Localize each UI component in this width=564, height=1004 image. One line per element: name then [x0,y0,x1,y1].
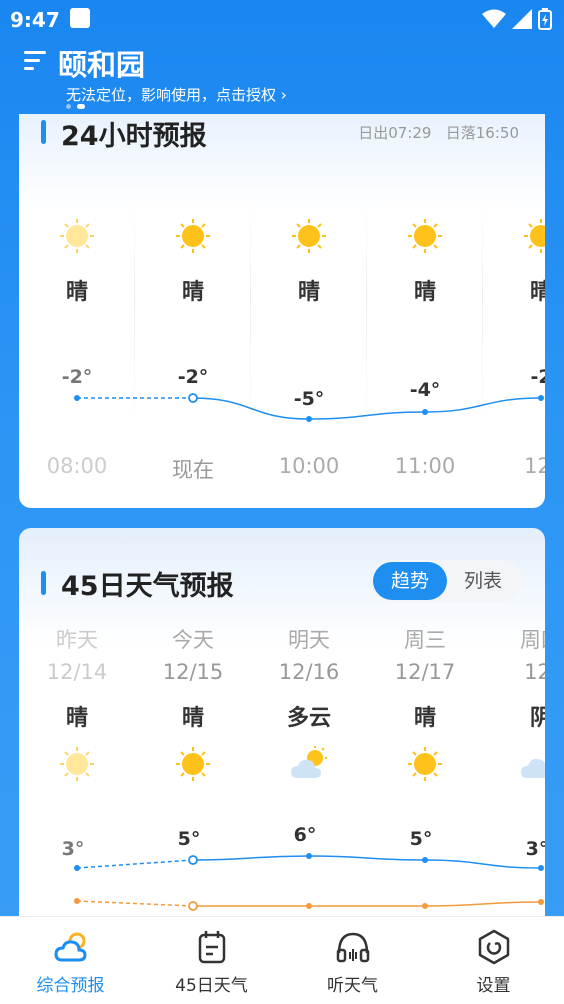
daily-forecast-card: 45日天气预报 趋势 列表 昨天 12/14 晴 3° 今天 12/15 晴 5… [19,528,545,948]
signal-icon [512,9,532,29]
daily-low-point [306,903,312,909]
hourly-temp-point [188,393,198,403]
settings-icon [478,929,509,965]
daily-low-line [192,901,542,907]
status-time: 9:47 [10,8,60,32]
city-name[interactable]: 颐和园 [58,42,145,84]
hourly-temp-point [74,395,80,401]
nav-label: 综合预报 [36,976,105,996]
daily-low-point [74,898,80,904]
hourly-temp-point [422,409,428,415]
battery-icon [538,8,552,30]
hourly-temp-line [192,397,542,420]
calendar-icon [198,931,225,964]
location-permission-tip[interactable]: 无法定位，影响使用，点击授权 › [66,84,287,105]
nav-label: 45日天气 [175,976,248,996]
daily-temp-chart [74,853,544,911]
daily-high-point [422,857,428,863]
header: 颐和园 无法定位，影响使用，点击授权 › [0,38,564,114]
daily-low-point [538,899,544,905]
bottom-nav: 综合预报 45日天气 听天气 设置 [0,916,564,1004]
nav-label: 听天气 [327,976,378,996]
hourly-temp-point [306,416,312,422]
nav-listen[interactable]: 听天气 [282,929,423,996]
nav-45day[interactable]: 45日天气 [141,929,282,996]
daily-high-point [74,865,80,871]
daily-high-point [188,855,198,865]
daily-high-point [306,853,312,859]
hourly-temp-chart [74,393,544,422]
cloud-sun-icon [53,932,87,962]
page-indicator [66,104,85,109]
daily-low-point [422,903,428,909]
page-dot [66,104,71,109]
hourly-temp-point [538,395,544,401]
wifi-icon [482,9,506,28]
nav-comprehensive[interactable]: 综合预报 [0,929,141,996]
page-dot-active [77,104,85,109]
headphones-icon [336,932,369,963]
status-icons [482,8,552,30]
hourly-forecast-card: 24小时预报 日出07:29 日落16:50 晴 -2° 08:00 晴 -2°… [19,114,545,508]
menu-icon[interactable] [24,50,48,72]
daily-high-point [538,865,544,871]
nav-label: 设置 [476,976,511,996]
nav-settings[interactable]: 设置 [423,929,564,996]
status-bar: 9:47 [0,0,564,38]
daily-high-line [192,855,542,869]
daily-past-segment [76,859,194,869]
daily-low-past-segment [76,900,194,907]
notification-icon [70,8,90,28]
daily-low-point [188,901,198,911]
